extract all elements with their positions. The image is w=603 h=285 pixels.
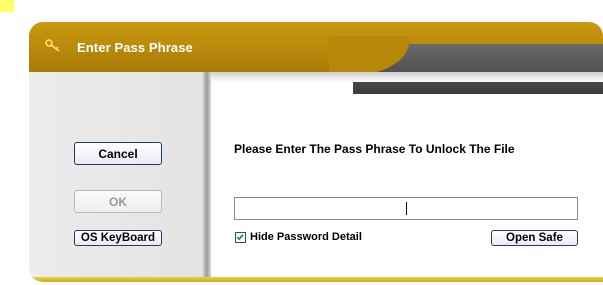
- hide-password-checkbox[interactable]: [235, 232, 246, 243]
- text-caret: [406, 202, 407, 215]
- hide-password-label: Hide Password Detail: [250, 231, 362, 243]
- bottom-accent-bar: [29, 277, 603, 282]
- pane-divider: [203, 72, 211, 280]
- os-keyboard-button[interactable]: OS KeyBoard: [74, 230, 162, 246]
- prompt-text: Please Enter The Pass Phrase To Unlock T…: [234, 142, 515, 156]
- title-bar[interactable]: Enter Pass Phrase: [29, 22, 603, 94]
- open-safe-button[interactable]: Open Safe: [491, 230, 578, 246]
- pass-phrase-dialog: Enter Pass Phrase Cancel OK OS KeyBoard …: [29, 22, 603, 282]
- key-icon: [45, 39, 60, 52]
- left-button-pane: [29, 72, 203, 280]
- corner-highlight: [0, 0, 14, 12]
- ok-button[interactable]: OK: [74, 190, 162, 213]
- checkmark-icon: [236, 234, 244, 241]
- cancel-button[interactable]: Cancel: [74, 142, 162, 165]
- content-top-shade: [211, 72, 603, 82]
- dialog-title: Enter Pass Phrase: [77, 40, 193, 55]
- pass-phrase-input[interactable]: [234, 197, 578, 220]
